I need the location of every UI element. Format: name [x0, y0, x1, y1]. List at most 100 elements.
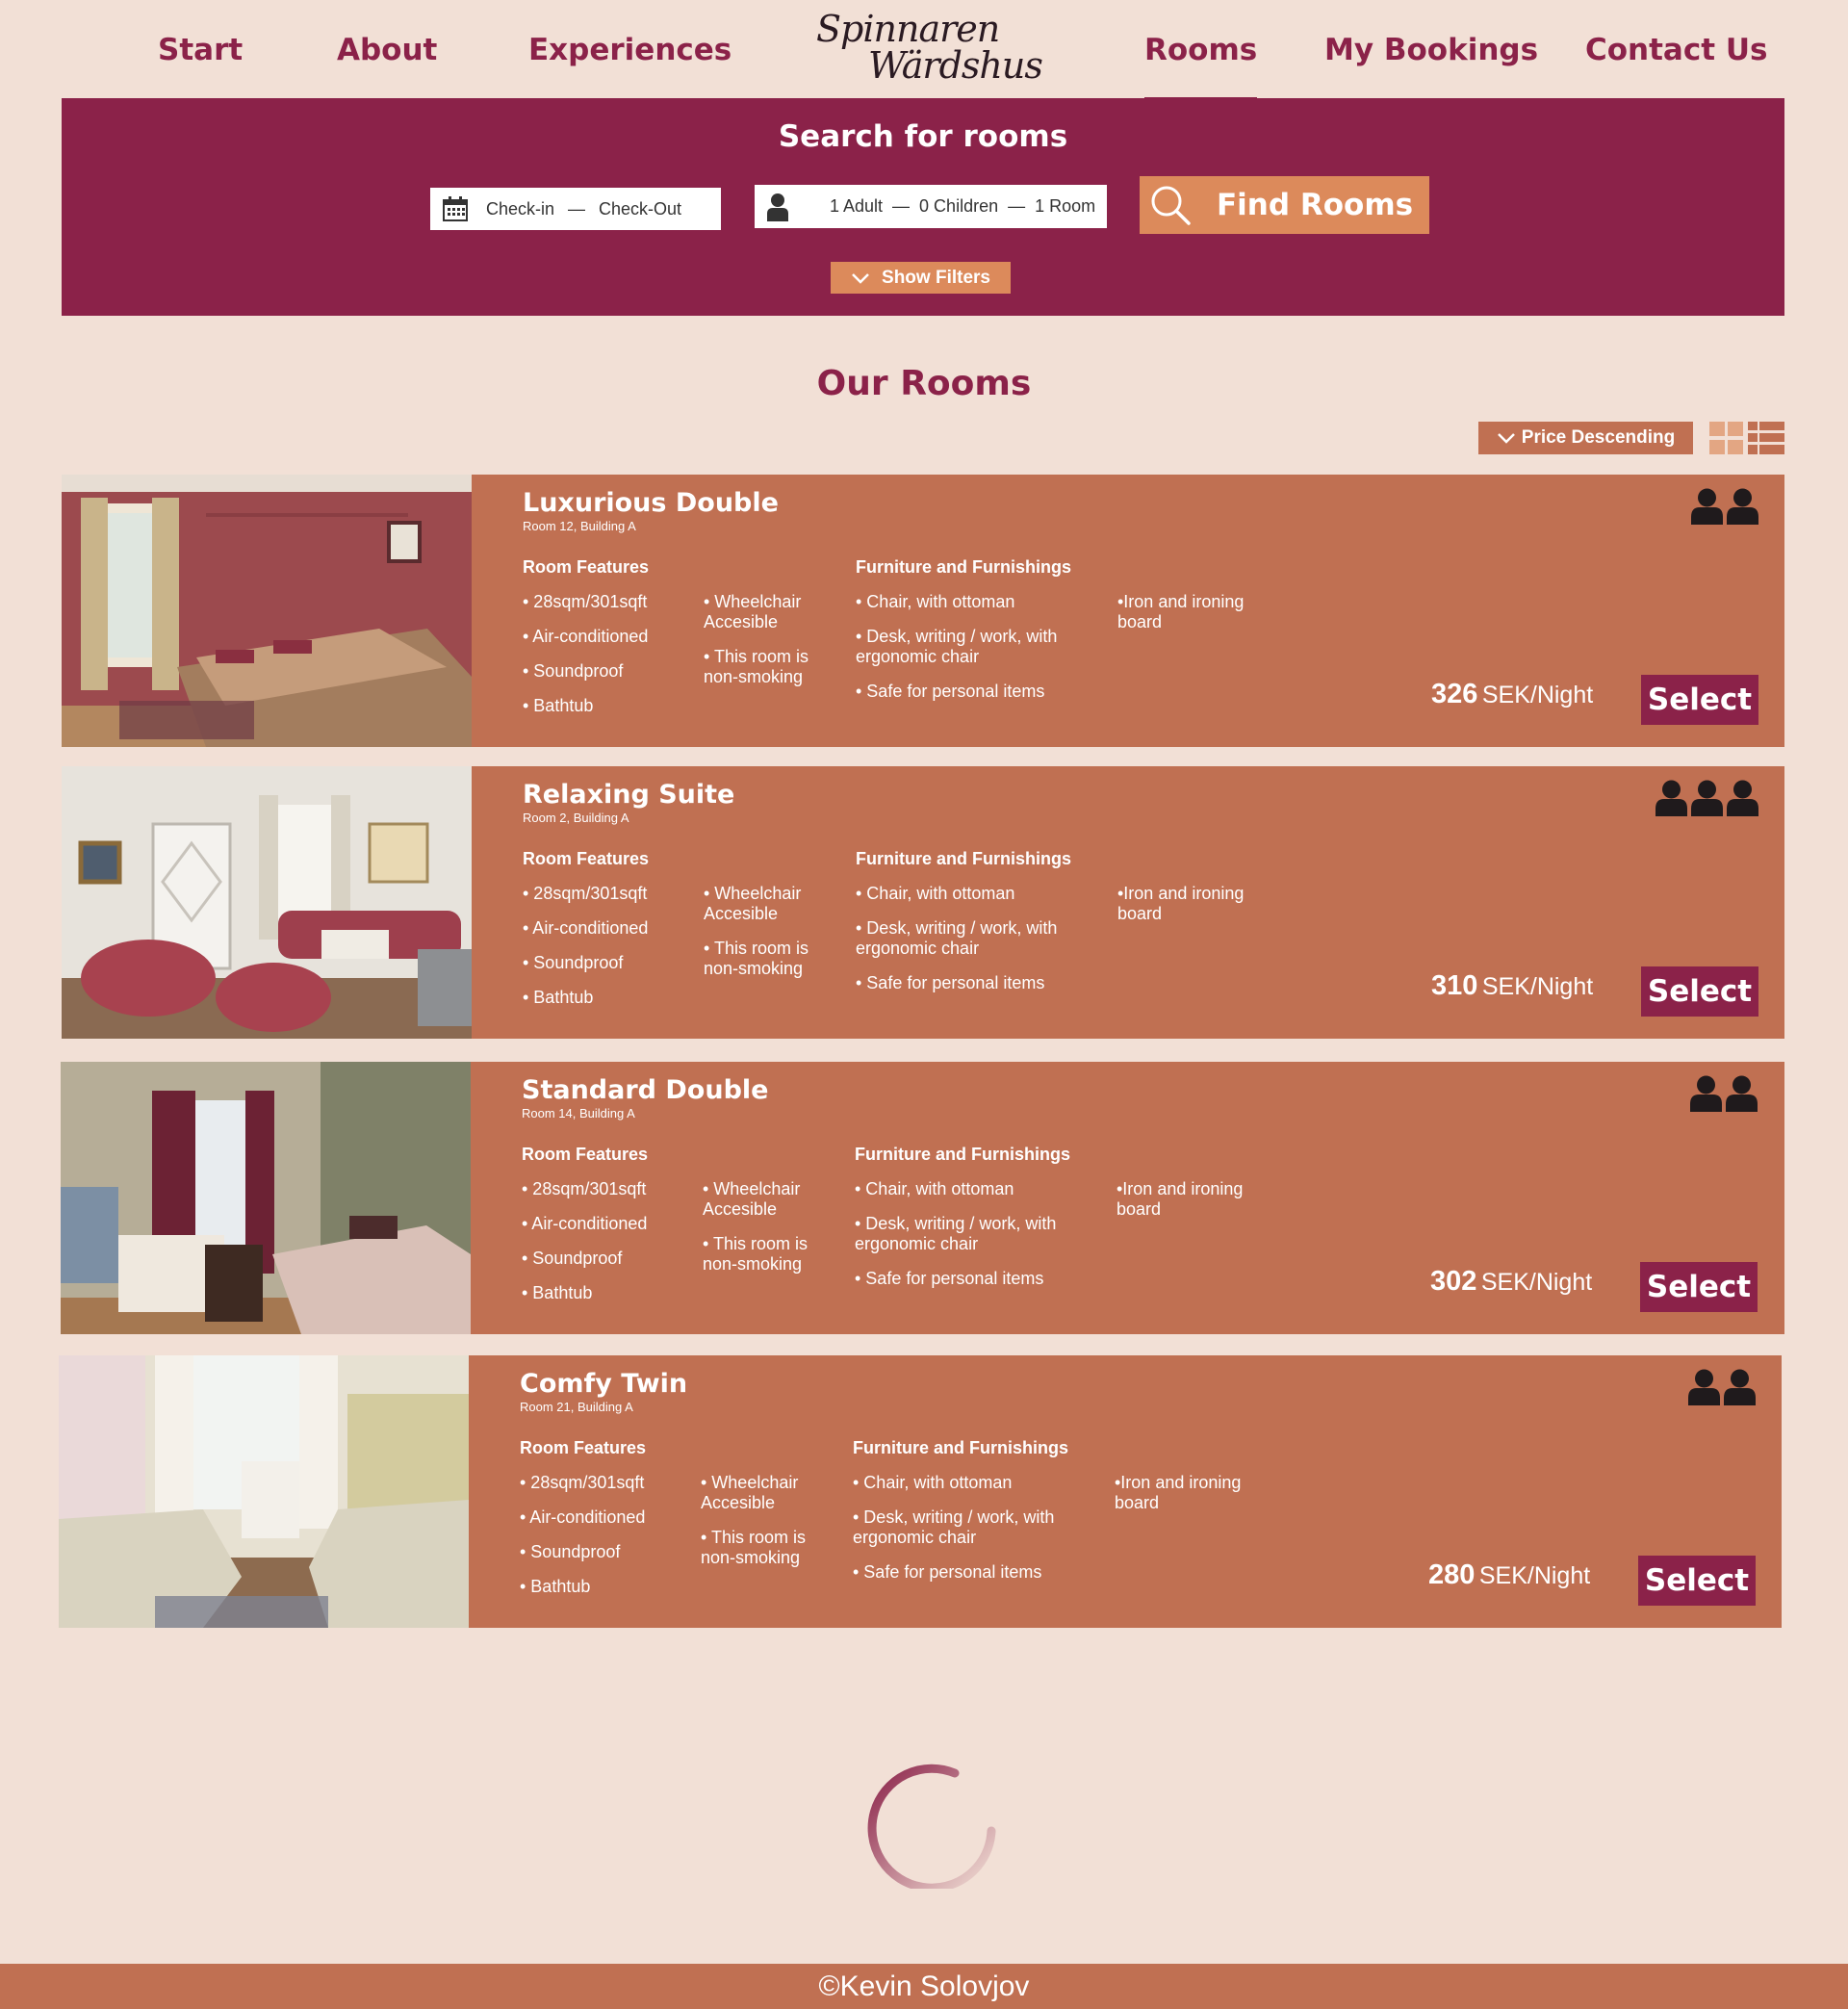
nav-start[interactable]: Start — [158, 33, 243, 67]
nav-rooms[interactable]: Rooms — [1144, 33, 1258, 103]
room-name: Luxurious Double — [523, 488, 779, 518]
list-view-icon[interactable] — [1748, 422, 1784, 454]
room-card: Relaxing Suite Room 2, Building A Room Fea… — [62, 766, 1784, 1039]
room-location: Room 21, Building A — [520, 1400, 633, 1414]
room-furnishing: • Desk, writing / work, with ergonomic c… — [853, 1507, 1055, 1547]
rooms-count: 1 Room — [1035, 196, 1096, 216]
rooms-section-title: Our Rooms — [816, 364, 1032, 403]
room-feature: • 28sqm/301sqft — [522, 1179, 647, 1198]
room-furnishing: • Desk, writing / work, with ergonomic c… — [856, 918, 1058, 958]
guest-selector[interactable]: 1 Adult — 0 Children — 1 Room — [755, 185, 1107, 228]
room-feature: • This room is non-smoking — [704, 939, 808, 978]
logo-line2: Wärdshus — [868, 44, 1043, 87]
furnishings-heading: Furniture and Furnishings — [856, 849, 1071, 868]
room-capacity — [1688, 1369, 1756, 1405]
find-rooms-button[interactable]: Find Rooms — [1140, 176, 1429, 234]
room-name: Relaxing Suite — [523, 780, 735, 810]
room-photo[interactable] — [61, 1062, 471, 1334]
nav-experiences[interactable]: Experiences — [528, 33, 732, 67]
room-feature: • This room is non-smoking — [704, 647, 808, 686]
room-furnishing: • Chair, with ottoman — [856, 592, 1015, 611]
room-capacity — [1691, 488, 1758, 525]
room-feature: • Soundproof — [522, 1249, 623, 1268]
room-feature: • Wheelchair Accesible — [704, 884, 802, 923]
furnishings-heading: Furniture and Furnishings — [855, 1145, 1070, 1164]
adults-count: 1 Adult — [830, 196, 884, 216]
room-feature: • Bathtub — [522, 1283, 593, 1302]
room-photo[interactable] — [62, 766, 472, 1039]
price-value: 326 — [1431, 679, 1478, 709]
room-feature: • Soundproof — [520, 1542, 621, 1561]
room-feature: • Wheelchair Accesible — [701, 1473, 799, 1512]
guest-icon — [1724, 1369, 1756, 1405]
show-filters-button[interactable]: Show Filters — [831, 262, 1011, 294]
price-value: 310 — [1431, 970, 1478, 1001]
nav-my-bookings[interactable]: My Bookings — [1324, 33, 1538, 67]
checkout-label: Check-Out — [599, 198, 682, 219]
room-feature: • Air-conditioned — [522, 1214, 648, 1233]
children-count: 0 Children — [919, 196, 999, 216]
room-location: Room 12, Building A — [523, 519, 636, 533]
checkin-label: Check-in — [486, 198, 555, 219]
room-furnishing: • Chair, with ottoman — [855, 1179, 1014, 1198]
sort-dropdown[interactable]: Price Descending — [1478, 422, 1693, 454]
room-name: Standard Double — [522, 1075, 769, 1105]
person-icon — [767, 193, 788, 221]
search-banner: Search for rooms Check-in — Check-Out 1 … — [62, 98, 1784, 316]
room-card: Comfy Twin Room 21, Building A Room Featur… — [59, 1355, 1782, 1628]
chevron-down-icon — [852, 272, 869, 284]
find-rooms-label: Find Rooms — [1217, 188, 1414, 222]
room-feature: • Soundproof — [523, 661, 624, 681]
nav-contact-us[interactable]: Contact Us — [1585, 33, 1767, 67]
select-room-button[interactable]: Select — [1641, 675, 1758, 725]
room-furnishing: • Safe for personal items — [855, 1269, 1044, 1288]
room-feature: • 28sqm/301sqft — [523, 592, 648, 611]
room-furnishing: • Desk, writing / work, with ergonomic c… — [855, 1214, 1057, 1253]
room-furnishing: •Iron and ironing board — [1116, 1179, 1244, 1219]
room-features-heading: Room Features — [520, 1438, 647, 1457]
room-feature: • Wheelchair Accesible — [704, 592, 802, 631]
room-photo[interactable] — [62, 475, 472, 747]
chevron-down-icon — [1497, 433, 1515, 444]
room-feature: • 28sqm/301sqft — [520, 1473, 645, 1492]
price-unit: SEK/Night — [1480, 1269, 1593, 1296]
guest-icon — [1727, 488, 1758, 525]
room-furnishing: • Safe for personal items — [856, 682, 1045, 701]
guest-icon — [1688, 1369, 1720, 1405]
grid-view-icon[interactable] — [1709, 422, 1743, 454]
room-furnishing: • Safe for personal items — [853, 1562, 1042, 1582]
room-price: 326 SEK/Night — [1431, 679, 1593, 710]
guest-icon — [1726, 1075, 1758, 1112]
furnishings-heading: Furniture and Furnishings — [856, 557, 1071, 577]
room-feature: • Bathtub — [520, 1577, 591, 1596]
room-features-heading: Room Features — [523, 557, 650, 577]
price-value: 280 — [1428, 1559, 1476, 1590]
guest-icon — [1727, 780, 1758, 816]
loading-spinner — [867, 1764, 996, 1889]
guest-icon — [1691, 488, 1723, 525]
price-unit: SEK/Night — [1481, 682, 1594, 708]
room-photo[interactable] — [59, 1355, 469, 1628]
room-capacity — [1690, 1075, 1758, 1112]
room-name: Comfy Twin — [520, 1369, 688, 1399]
date-range-picker[interactable]: Check-in — Check-Out — [430, 188, 721, 230]
footer-copyright: ©Kevin Solovjov — [818, 1970, 1030, 2002]
select-room-button[interactable]: Select — [1640, 1262, 1758, 1312]
room-feature: • Air-conditioned — [523, 918, 649, 938]
room-capacity — [1656, 780, 1758, 816]
room-features-heading: Room Features — [523, 849, 650, 868]
room-furnishing: •Iron and ironing board — [1117, 884, 1245, 923]
search-icon — [1151, 186, 1191, 225]
room-furnishing: •Iron and ironing board — [1115, 1473, 1242, 1512]
room-price: 310 SEK/Night — [1431, 970, 1593, 1002]
room-furnishing: • Chair, with ottoman — [853, 1473, 1013, 1492]
sort-label: Price Descending — [1521, 427, 1676, 448]
furnishings-heading: Furniture and Furnishings — [853, 1438, 1068, 1457]
site-logo[interactable]: Spinnaren Wärdshus — [808, 6, 1043, 89]
guest-icon — [1656, 780, 1687, 816]
nav-about[interactable]: About — [337, 33, 437, 67]
price-unit: SEK/Night — [1481, 973, 1594, 1000]
select-room-button[interactable]: Select — [1641, 966, 1758, 1017]
select-room-button[interactable]: Select — [1638, 1556, 1756, 1606]
top-nav: Start About Experiences Spinnaren Wärdsh… — [0, 0, 1848, 103]
